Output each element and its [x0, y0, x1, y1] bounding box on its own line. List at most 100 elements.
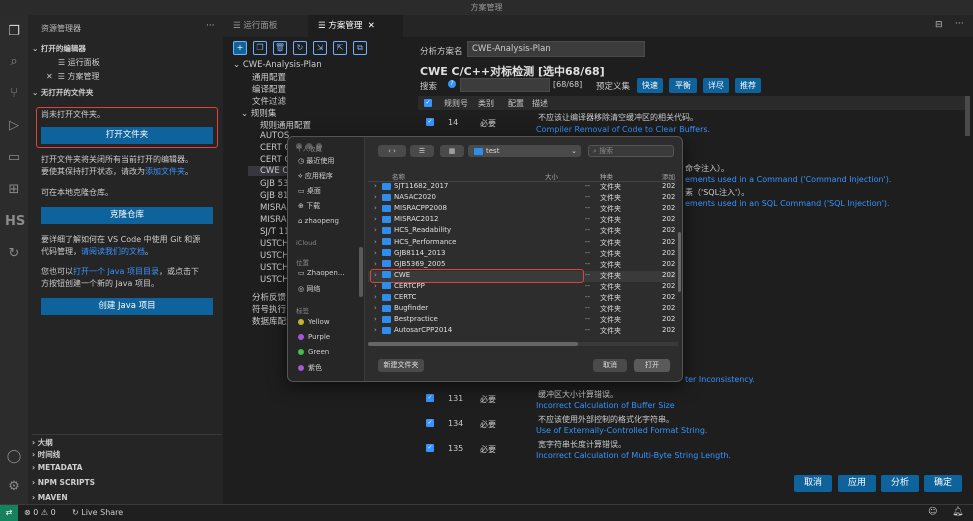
- expand-chevron-icon[interactable]: ›: [374, 293, 377, 301]
- file-list-scrollbar[interactable]: [678, 232, 681, 292]
- preset-detailed-button[interactable]: 详尽: [703, 78, 729, 93]
- rule-search-input[interactable]: [460, 78, 550, 92]
- tree-item-feedback[interactable]: 分析反馈: [252, 291, 286, 303]
- remote-indicator-icon[interactable]: ⇄: [0, 505, 18, 521]
- editor-more-icon[interactable]: ···: [955, 19, 964, 29]
- refresh-icon[interactable]: ↻: [293, 41, 307, 55]
- path-select[interactable]: test ⌄: [468, 145, 581, 157]
- clone-repo-button[interactable]: 克隆仓库: [41, 207, 213, 224]
- tree-item-general[interactable]: 通用配置: [252, 71, 286, 83]
- dialog-search-input[interactable]: ⌕ 搜索: [588, 145, 674, 157]
- ok-button[interactable]: 确定: [924, 475, 962, 492]
- open-editor-item-plan[interactable]: ✕ ☰ 方案管理: [46, 71, 100, 82]
- group-icon[interactable]: ▦: [440, 145, 464, 157]
- run-debug-icon[interactable]: ▷: [5, 117, 23, 135]
- col-kind[interactable]: 种类: [600, 171, 613, 181]
- tree-rule-gjb53[interactable]: GJB 53: [260, 179, 288, 189]
- add-folder-link[interactable]: 添加文件夹: [145, 167, 185, 176]
- add-plan-icon[interactable]: +: [233, 41, 247, 55]
- expand-chevron-icon[interactable]: ›: [374, 238, 377, 246]
- settings-gear-icon[interactable]: ⚙: [5, 478, 23, 496]
- hs-plugin-icon[interactable]: HS: [5, 213, 25, 231]
- split-editor-icon[interactable]: ⊟: [935, 20, 943, 30]
- dialog-side-downloads[interactable]: ⊕ 下载: [298, 201, 320, 211]
- tree-root[interactable]: ⌄ CWE-Analysis-Plan: [233, 60, 322, 70]
- tab-run-panel[interactable]: ☰ 运行面板: [223, 15, 308, 37]
- problems-indicator[interactable]: ⊗ 0 ⚠ 0: [24, 508, 56, 517]
- expand-chevron-icon[interactable]: ›: [374, 215, 377, 223]
- explorer-icon[interactable]: ❐: [5, 23, 23, 41]
- tree-rule-ustch-4[interactable]: USTCH: [260, 275, 289, 285]
- dialog-side-disk[interactable]: ▭ Zhaopen...: [298, 269, 345, 277]
- tab-close-icon[interactable]: ✕: [368, 21, 375, 31]
- dialog-side-network[interactable]: ◎ 网络: [298, 284, 320, 294]
- analyze-button[interactable]: 分析: [881, 475, 919, 492]
- preset-fast-button[interactable]: 快速: [637, 78, 663, 93]
- delete-plan-icon[interactable]: 🗑: [273, 41, 287, 55]
- cancel-button[interactable]: 取消: [794, 475, 832, 492]
- open-java-project-link[interactable]: 打开一个 Java 项目目录: [73, 267, 159, 276]
- extensions-icon[interactable]: ⊞: [5, 181, 23, 199]
- expand-chevron-icon[interactable]: ›: [374, 282, 377, 290]
- search-help-icon[interactable]: ?: [448, 80, 456, 88]
- expand-chevron-icon[interactable]: ›: [374, 193, 377, 201]
- import-icon[interactable]: ⇲: [313, 41, 327, 55]
- tree-rule-misra-2[interactable]: MISRA: [260, 215, 287, 225]
- tag-green[interactable]: Green: [298, 348, 329, 356]
- docs-link[interactable]: 请阅读我们的文档: [81, 247, 145, 256]
- dialog-side-scrollbar[interactable]: [359, 247, 363, 297]
- rule-14-checkbox[interactable]: ✓: [426, 118, 434, 126]
- dialog-side-applications[interactable]: ⟡ 应用程序: [298, 171, 333, 181]
- tree-rule-misra-1[interactable]: MISRA: [260, 203, 287, 213]
- feedback-icon[interactable]: ☺: [928, 507, 937, 517]
- expand-chevron-icon[interactable]: ›: [374, 315, 377, 323]
- dialog-side-recent[interactable]: ◷ 最近使用: [298, 156, 334, 166]
- copy-plan-icon[interactable]: ❐: [253, 41, 267, 55]
- sidebar-more-icon[interactable]: ···: [206, 21, 215, 31]
- col-added[interactable]: 添加: [662, 171, 675, 181]
- plan-name-input[interactable]: CWE-Analysis-Plan: [467, 41, 645, 57]
- no-folder-header[interactable]: ⌄ 无打开的文件夹: [32, 87, 93, 98]
- expand-chevron-icon[interactable]: ›: [374, 226, 377, 234]
- file-row-autosarcpp2014[interactable]: › AutosarCPP2014 -- 文件夹 202: [368, 326, 676, 337]
- tag-purple-cn[interactable]: 紫色: [298, 363, 322, 373]
- file-row-bugfinder[interactable]: › Bugfinder -- 文件夹 202: [368, 304, 676, 315]
- outline-section[interactable]: › 大纲: [32, 434, 222, 448]
- npm-scripts-section[interactable]: › NPM SCRIPTS: [32, 478, 95, 487]
- dialog-side-desktop[interactable]: ▭ 桌面: [298, 186, 321, 196]
- expand-chevron-icon[interactable]: ›: [374, 249, 377, 257]
- file-row-sjt11682_2017[interactable]: › SJT11682_2017 -- 文件夹 202: [368, 182, 676, 193]
- expand-chevron-icon[interactable]: ›: [374, 182, 377, 190]
- back-forward-buttons[interactable]: ‹ ›: [378, 145, 406, 157]
- file-row-gjb8114_2013[interactable]: › GJB8114_2013 -- 文件夹 202: [368, 249, 676, 260]
- expand-chevron-icon[interactable]: ›: [374, 326, 377, 334]
- tree-rule-ustch-3[interactable]: USTCH: [260, 263, 289, 273]
- notifications-icon[interactable]: 🔔︎: [952, 507, 963, 517]
- tag-yellow[interactable]: Yellow: [298, 318, 330, 326]
- tree-ruleset[interactable]: ⌄ 规则集: [241, 107, 276, 119]
- view-mode-icon[interactable]: ☰: [410, 145, 434, 157]
- preset-recommended-button[interactable]: 推荐: [735, 78, 761, 93]
- open-editor-item-run-panel[interactable]: ☰ 运行面板: [58, 57, 100, 68]
- file-row-hcs_readability[interactable]: › HCS_Readability -- 文件夹 202: [368, 226, 676, 237]
- rule-131-checkbox[interactable]: ✓: [426, 394, 434, 402]
- expand-chevron-icon[interactable]: ›: [374, 304, 377, 312]
- source-control-icon[interactable]: ⑂: [5, 85, 23, 103]
- tree-rule-general[interactable]: 规则通用配置: [260, 119, 311, 131]
- collapse-all-icon[interactable]: ⧉: [353, 41, 367, 55]
- create-java-project-button[interactable]: 创建 Java 项目: [41, 298, 213, 315]
- expand-chevron-icon[interactable]: ›: [374, 260, 377, 268]
- rule-134-checkbox[interactable]: ✓: [426, 419, 434, 427]
- tree-item-compile[interactable]: 编译配置: [252, 83, 286, 95]
- select-all-checkbox[interactable]: ✓: [424, 99, 432, 107]
- dialog-side-home[interactable]: ⌂ zhaopeng: [298, 217, 339, 225]
- remote-explorer-icon[interactable]: ▭: [5, 149, 23, 167]
- expand-chevron-icon[interactable]: ›: [374, 204, 377, 212]
- live-share-icon[interactable]: ↻: [5, 245, 23, 263]
- tree-rule-ustch-2[interactable]: USTCH: [260, 251, 289, 261]
- timeline-section[interactable]: › 时间线: [32, 449, 60, 460]
- file-row-bestpractice[interactable]: › Bestpractice -- 文件夹 202: [368, 315, 676, 326]
- rules-scrollbar[interactable]: [965, 96, 970, 136]
- file-row-misrac2012[interactable]: › MISRAC2012 -- 文件夹 202: [368, 215, 676, 226]
- file-row-misracpp2008[interactable]: › MISRACPP2008 -- 文件夹 202: [368, 204, 676, 215]
